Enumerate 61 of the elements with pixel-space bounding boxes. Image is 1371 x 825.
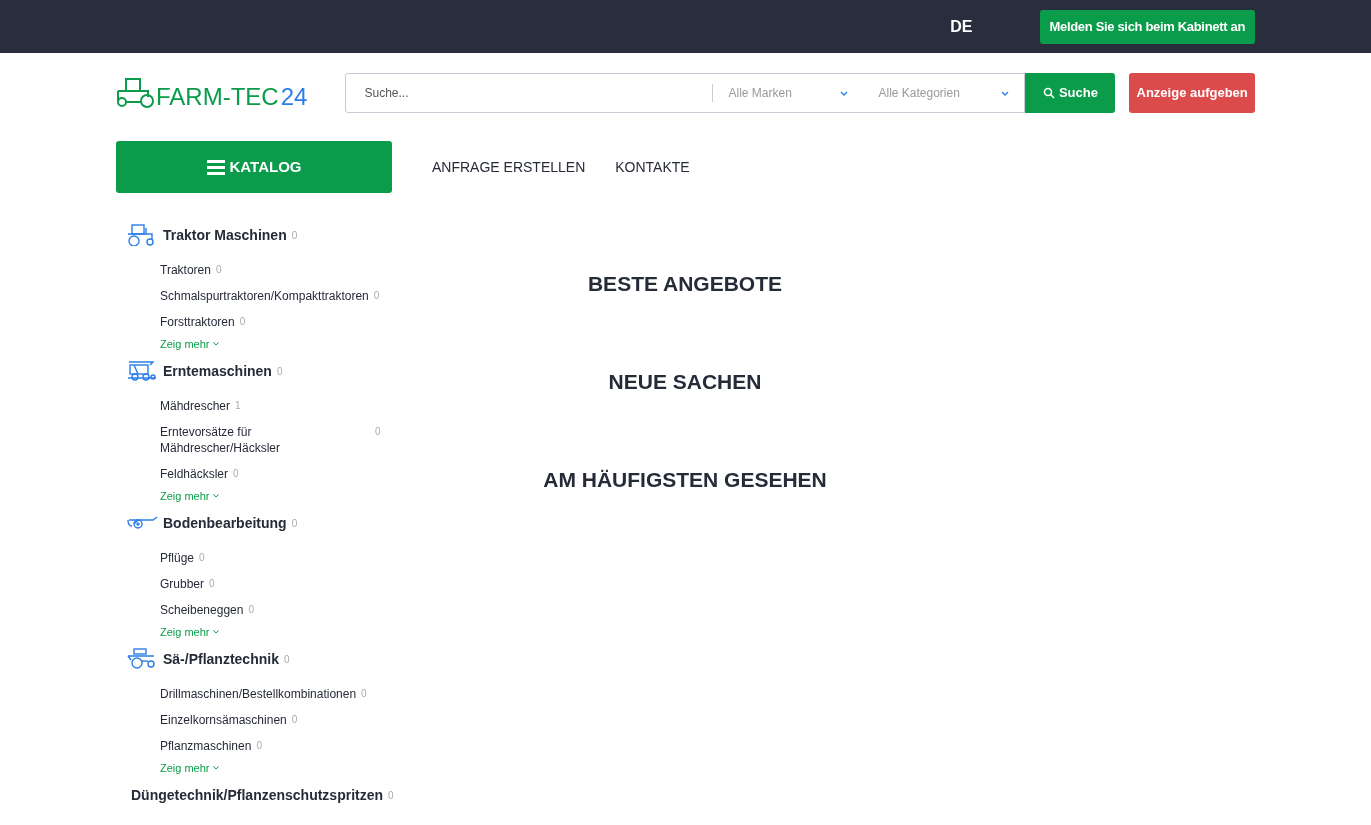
menu-icon	[206, 159, 225, 175]
section-heading: AM HÄUFIGSTEN GESEHEN	[543, 469, 827, 491]
chevron-down-icon	[212, 342, 219, 346]
subcategory-link[interactable]: Feldhäcksler	[160, 466, 229, 482]
chevron-down-icon	[212, 494, 219, 498]
item-count: 0	[233, 467, 239, 481]
subcategory-link[interactable]: Mähdrescher	[160, 398, 231, 414]
subcategory-link[interactable]: Pflanzmaschinen	[160, 738, 252, 754]
subcategory-link[interactable]: Erntevorsätze für Mähdrescher/Häcksler	[160, 424, 370, 456]
login-button[interactable]: Melden Sie sich beim Kabinett an	[1039, 9, 1255, 44]
section-heading: BESTE ANGEBOTE	[587, 273, 783, 295]
section-heading: NEUE SACHEN	[608, 371, 762, 393]
item-count: 1	[235, 399, 241, 413]
item-count: 0	[361, 687, 367, 701]
post-ad-button[interactable]: Anzeige aufgeben	[1129, 73, 1255, 113]
subcategory-link[interactable]: Grubber	[160, 576, 205, 592]
chevron-down-icon	[212, 766, 219, 770]
subcategory-link[interactable]: Pflüge	[160, 550, 195, 566]
nav-link[interactable]: KONTAKTE	[615, 156, 690, 178]
tractor-logo-icon	[116, 77, 156, 109]
show-more-link[interactable]: Zeig mehr	[116, 623, 392, 641]
subcategory-link[interactable]: Traktoren	[160, 262, 211, 278]
item-count: 0	[215, 263, 222, 277]
category-link[interactable]: Bodenbearbeitung	[163, 512, 287, 534]
harvester-icon	[126, 360, 158, 382]
search-field[interactable]: Suche...	[346, 84, 714, 102]
logo[interactable]: FARM-TEC24	[116, 77, 346, 109]
catalog-button[interactable]: KATALOG	[116, 141, 392, 193]
search-button[interactable]: Suche	[1025, 73, 1116, 113]
item-count: 0	[248, 603, 254, 617]
seeder-icon	[126, 648, 158, 670]
item-count: 0	[209, 577, 215, 591]
subcategory-link[interactable]: Drillmaschinen/Bestellkombinationen	[160, 686, 357, 702]
item-count: 0	[291, 516, 298, 531]
chevron-down-icon	[212, 630, 219, 634]
category-link[interactable]: Sä-/Pflanztechnik	[163, 648, 279, 670]
language-selector[interactable]: DE	[950, 14, 973, 39]
show-more-link[interactable]: Zeig mehr	[116, 759, 392, 777]
item-count: 0	[283, 652, 290, 667]
subcategory-link[interactable]: Forsttraktoren	[160, 314, 235, 330]
category-link[interactable]: Düngetechnik/Pflanzenschutzspritzen	[131, 784, 384, 806]
item-count: 0	[276, 364, 283, 379]
show-more-link[interactable]: Zeig mehr	[116, 335, 392, 353]
chevron-down-icon	[1001, 90, 1010, 96]
search-icon	[1042, 87, 1055, 99]
item-count: 0	[375, 425, 381, 439]
category-link[interactable]: Traktor Maschinen	[163, 224, 287, 246]
nav-link[interactable]: ANFRAGE ERSTELLEN	[432, 156, 586, 178]
show-more-link[interactable]: Zeig mehr	[116, 487, 392, 505]
subcategory-link[interactable]: Scheibeneggen	[160, 602, 244, 618]
subcategory-link[interactable]: Einzelkornsämaschinen	[160, 712, 287, 728]
item-count: 0	[388, 788, 394, 803]
item-count: 0	[199, 551, 205, 565]
item-count: 0	[239, 315, 246, 329]
item-count: 0	[291, 228, 298, 243]
item-count: 0	[291, 713, 298, 727]
category-link[interactable]: Erntemaschinen	[163, 360, 272, 382]
item-count: 0	[256, 739, 262, 753]
subcategory-link[interactable]: Schmalspurtraktoren/Kompakttraktoren	[160, 288, 369, 304]
chevron-down-icon	[840, 90, 849, 96]
item-count: 0	[373, 289, 380, 303]
